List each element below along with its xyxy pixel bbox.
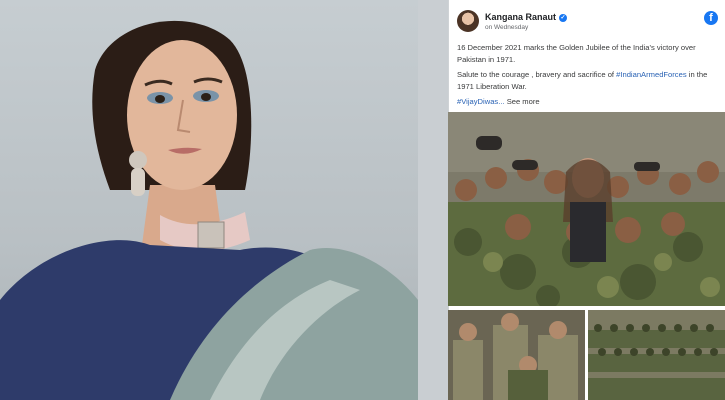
- post-text: 16 December 2021 marks the Golden Jubile…: [457, 42, 722, 112]
- hashtag-vijay-diwas[interactable]: #VijayDiwas...: [457, 97, 505, 106]
- author-name[interactable]: Kangana Ranaut ✓: [485, 12, 568, 22]
- post-photo-2[interactable]: [448, 310, 585, 400]
- portrait-photo: [0, 0, 418, 400]
- post-paragraph-3: #VijayDiwas... See more: [457, 96, 722, 108]
- soldiers-photo-small: [448, 310, 585, 400]
- post-photo-3[interactable]: [588, 310, 725, 400]
- post-photo-main[interactable]: [448, 112, 725, 306]
- facebook-icon: f: [704, 11, 718, 25]
- post-header: Kangana Ranaut ✓ on Wednesday f: [457, 10, 722, 38]
- hashtag-indian-armed-forces[interactable]: #IndianArmedForces: [616, 70, 687, 79]
- troops-formation-photo: [588, 310, 725, 400]
- portrait-illustration: [0, 20, 418, 400]
- see-more-link[interactable]: See more: [507, 97, 540, 106]
- verified-check-icon: ✓: [559, 14, 568, 22]
- post-paragraph-2: Salute to the courage , bravery and sacr…: [457, 69, 722, 92]
- author-name-text: Kangana Ranaut: [485, 12, 557, 22]
- post-time[interactable]: on Wednesday: [485, 24, 528, 31]
- post-paragraph-1: 16 December 2021 marks the Golden Jubile…: [457, 43, 696, 64]
- panel-gap: [418, 0, 448, 400]
- soldiers-group-photo: [448, 112, 725, 306]
- paragraph-2-text: Salute to the courage , bravery and sacr…: [457, 70, 617, 79]
- avatar[interactable]: [457, 10, 479, 32]
